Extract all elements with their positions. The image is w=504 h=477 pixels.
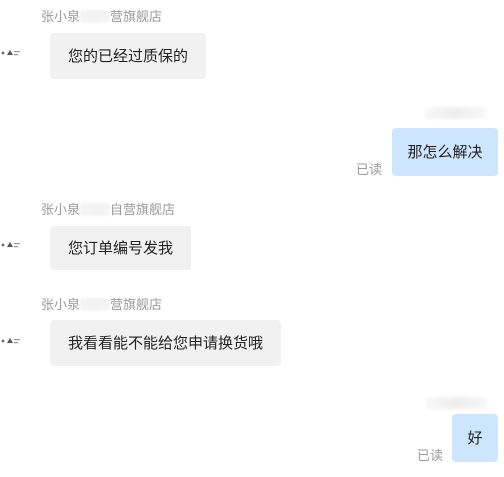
message-bubble[interactable]: 您订单编号发我 <box>50 226 192 270</box>
shop-avatar-icon[interactable] <box>0 44 24 56</box>
read-status: 已读 <box>356 163 383 178</box>
shop-avatar-icon[interactable] <box>0 332 24 344</box>
message-text: 我看看能不能给您申请换货哦 <box>68 334 264 352</box>
message-bubble[interactable]: 我看看能不能给您申请换货哦 <box>50 320 282 366</box>
message-text: 您的已经过质保的 <box>68 47 189 65</box>
sender-name: 张小泉 营旗舰店 <box>41 10 162 26</box>
sender-name-suffix: 营旗舰店 <box>110 10 163 25</box>
message-bubble[interactable]: 您的已经过质保的 <box>50 33 207 79</box>
message-bubble[interactable]: 那怎么解决 <box>392 128 498 176</box>
redacted-blur <box>80 298 111 311</box>
sender-name-suffix: 营旗舰店 <box>110 298 163 313</box>
redacted-sender-name <box>425 107 485 119</box>
redacted-blur <box>80 203 111 216</box>
sender-name: 张小泉 营旗舰店 <box>41 298 162 314</box>
sender-name-prefix: 张小泉 <box>41 10 81 25</box>
shop-avatar-icon[interactable] <box>0 236 24 248</box>
message-bubble[interactable]: 好 <box>452 414 498 462</box>
message-text: 您订单编号发我 <box>68 239 174 257</box>
read-status: 已读 <box>417 449 444 464</box>
sender-name: 张小泉 自营旗舰店 <box>41 203 175 219</box>
redacted-blur <box>80 10 111 23</box>
message-text: 好 <box>467 429 483 447</box>
redacted-sender-name <box>427 397 487 409</box>
sender-name-prefix: 张小泉 <box>41 298 81 313</box>
message-text: 那怎么解决 <box>407 143 483 161</box>
sender-name-suffix: 自营旗舰店 <box>110 203 176 218</box>
sender-name-prefix: 张小泉 <box>41 203 81 218</box>
